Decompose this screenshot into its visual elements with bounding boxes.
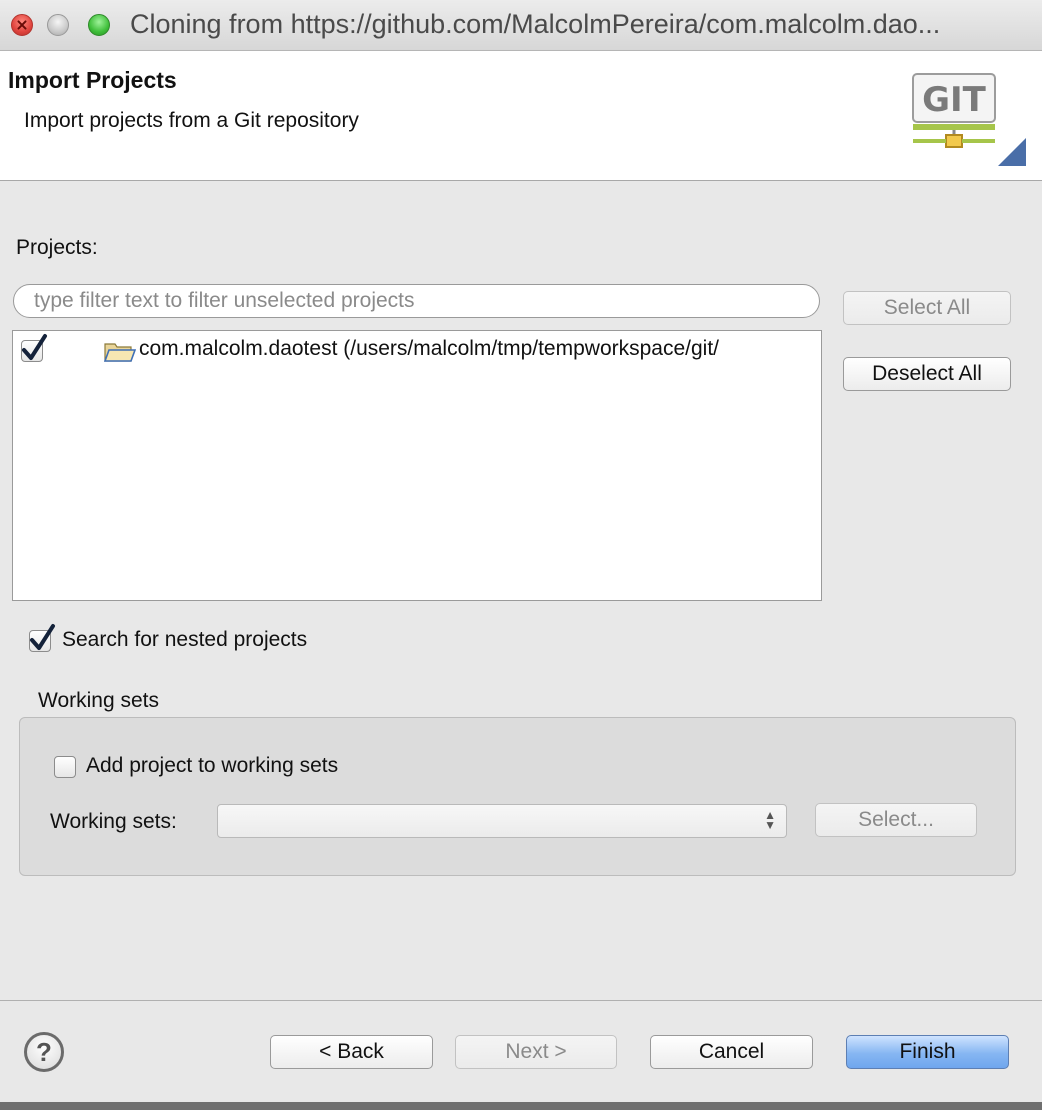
deselect-all-button[interactable]: Deselect All	[843, 357, 1011, 391]
git-logo-icon: GIT	[912, 73, 996, 148]
close-window-icon[interactable]	[11, 14, 33, 36]
add-to-working-sets-checkbox[interactable]	[54, 756, 76, 778]
back-button[interactable]: < Back	[270, 1035, 433, 1069]
window-bottom-edge	[0, 1102, 1042, 1110]
maximize-window-icon[interactable]	[88, 14, 110, 36]
add-to-working-sets-label[interactable]: Add project to working sets	[86, 754, 338, 778]
working-sets-group	[19, 717, 1016, 876]
help-icon[interactable]: ?	[24, 1032, 64, 1072]
working-sets-field-label: Working sets:	[50, 810, 177, 833]
import-projects-dialog: Cloning from https://github.com/MalcolmP…	[0, 0, 1042, 1110]
search-nested-label[interactable]: Search for nested projects	[62, 628, 307, 652]
project-list: com.malcolm.daotest (/users/malcolm/tmp/…	[12, 330, 822, 601]
up-down-arrows-icon: ▲ ▼	[764, 808, 776, 832]
finish-button[interactable]: Finish	[846, 1035, 1009, 1069]
select-all-button[interactable]: Select All	[843, 291, 1011, 325]
list-item[interactable]: com.malcolm.daotest (/users/malcolm/tmp/…	[13, 333, 821, 367]
page-description: Import projects from a Git repository	[24, 109, 359, 132]
header-corner-decoration	[998, 138, 1026, 166]
working-sets-group-label: Working sets	[38, 689, 159, 712]
footer-separator	[0, 1000, 1042, 1001]
page-title: Import Projects	[8, 67, 177, 93]
minimize-window-icon[interactable]	[47, 14, 69, 36]
search-nested-checkbox[interactable]	[29, 624, 55, 652]
window-title: Cloning from https://github.com/MalcolmP…	[130, 9, 941, 39]
working-sets-select[interactable]: ▲ ▼	[217, 804, 787, 838]
checkmark-icon	[22, 334, 47, 360]
project-checkbox[interactable]	[21, 334, 47, 362]
project-filter-input[interactable]	[13, 284, 820, 318]
git-logo-text: GIT	[922, 80, 987, 120]
select-working-sets-button[interactable]: Select...	[815, 803, 977, 837]
projects-label: Projects:	[16, 236, 98, 259]
wizard-header: Import Projects Import projects from a G…	[0, 51, 1042, 181]
checkmark-icon	[30, 624, 55, 650]
open-folder-icon	[104, 343, 136, 362]
cancel-button[interactable]: Cancel	[650, 1035, 813, 1069]
project-name: com.malcolm.daotest (/users/malcolm/tmp/…	[139, 337, 720, 360]
title-bar: Cloning from https://github.com/MalcolmP…	[0, 0, 1042, 51]
next-button[interactable]: Next >	[455, 1035, 617, 1069]
